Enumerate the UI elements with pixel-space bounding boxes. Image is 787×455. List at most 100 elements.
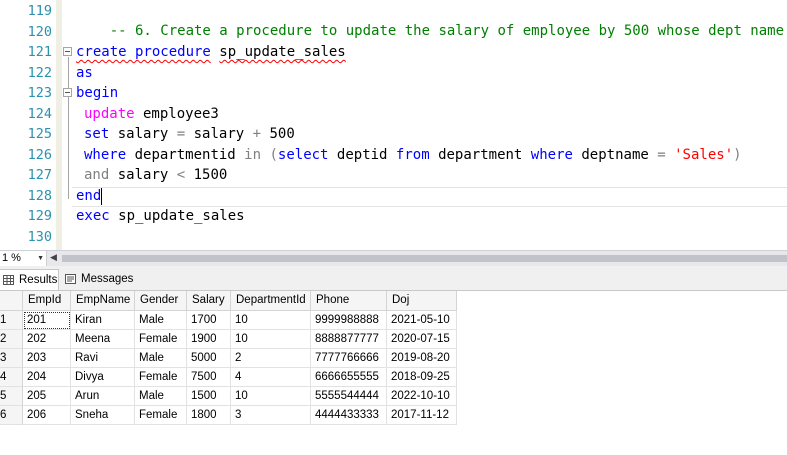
tab-messages-label: Messages bbox=[81, 273, 134, 285]
grid-cell[interactable]: 2018-09-25 bbox=[387, 368, 457, 387]
tab-results-label: Results bbox=[19, 274, 58, 286]
column-header-departmentid[interactable]: DepartmentId bbox=[231, 291, 311, 311]
sql-keyword: select bbox=[277, 147, 329, 163]
sql-keyword: and bbox=[84, 167, 110, 183]
tab-results[interactable]: Results bbox=[0, 269, 59, 290]
grid-cell[interactable]: 201 bbox=[23, 311, 71, 330]
grid-cell[interactable]: 4444433333 bbox=[311, 406, 387, 425]
line-number: 127 bbox=[27, 167, 52, 183]
code-line-122: as bbox=[76, 63, 93, 83]
line-number: 124 bbox=[27, 106, 52, 122]
grid-cell[interactable]: 2021-05-10 bbox=[387, 311, 457, 330]
grid-cell[interactable]: 2 bbox=[231, 349, 311, 368]
collapse-region-icon[interactable] bbox=[63, 88, 72, 97]
sql-operator: = bbox=[657, 147, 666, 163]
line-number: 128 bbox=[27, 188, 52, 204]
code-line-125: set salary = salary + 500 bbox=[84, 124, 295, 144]
current-line-highlight bbox=[72, 187, 787, 207]
grid-cell[interactable]: Divya bbox=[71, 368, 135, 387]
column-header-phone[interactable]: Phone bbox=[311, 291, 387, 311]
grid-cell[interactable]: 5555544444 bbox=[311, 387, 387, 406]
grid-cell[interactable]: Female bbox=[135, 330, 187, 349]
zoom-dropdown[interactable]: 1 % ▼ bbox=[0, 251, 47, 266]
code-text: deptname bbox=[572, 147, 658, 163]
sql-keyword: create procedure bbox=[76, 44, 211, 60]
grid-cell[interactable]: 8888877777 bbox=[311, 330, 387, 349]
sql-string: 'Sales' bbox=[674, 147, 734, 163]
sql-keyword: as bbox=[76, 65, 93, 81]
grid-cell[interactable]: 3 bbox=[231, 406, 311, 425]
grid-corner-header[interactable] bbox=[0, 291, 23, 311]
grid-cell[interactable]: 4 bbox=[231, 368, 311, 387]
code-line-124: update employee3 bbox=[84, 104, 219, 124]
line-number: 129 bbox=[27, 208, 52, 224]
grid-cell[interactable]: 1900 bbox=[187, 330, 231, 349]
grid-cell[interactable]: Arun bbox=[71, 387, 135, 406]
procedure-name: sp_update_sales bbox=[219, 44, 346, 60]
grid-cell[interactable]: 2022-10-10 bbox=[387, 387, 457, 406]
column-header-doj[interactable]: Doj bbox=[387, 291, 457, 311]
results-grid[interactable]: EmpId EmpName Gender Salary DepartmentId… bbox=[0, 291, 787, 455]
row-number[interactable]: 6 bbox=[0, 406, 23, 425]
grid-cell[interactable]: Ravi bbox=[71, 349, 135, 368]
code-text: 500 bbox=[261, 126, 295, 142]
sql-operator: + bbox=[252, 126, 262, 142]
grid-cell[interactable]: 10 bbox=[231, 330, 311, 349]
grid-cell[interactable]: Male bbox=[135, 349, 187, 368]
grid-cell[interactable]: 1500 bbox=[187, 387, 231, 406]
sql-keyword: from bbox=[395, 147, 430, 163]
column-header-empid[interactable]: EmpId bbox=[23, 291, 71, 311]
grid-icon bbox=[3, 275, 14, 285]
column-header-empname[interactable]: EmpName bbox=[71, 291, 135, 311]
zoom-value: 1 % bbox=[2, 252, 21, 264]
grid-cell[interactable]: 2019-08-20 bbox=[387, 349, 457, 368]
collapse-region-icon[interactable] bbox=[63, 47, 72, 56]
grid-cell[interactable]: 1700 bbox=[187, 311, 231, 330]
grid-cell[interactable]: Sneha bbox=[71, 406, 135, 425]
grid-cell[interactable]: Kiran bbox=[71, 311, 135, 330]
grid-cell[interactable]: 2017-11-12 bbox=[387, 406, 457, 425]
sql-paren: ) bbox=[733, 147, 742, 163]
query-editor[interactable]: 119 120 121 122 123 124 125 126 127 128 … bbox=[0, 0, 787, 250]
row-number[interactable]: 4 bbox=[0, 368, 23, 387]
grid-cell[interactable]: 1800 bbox=[187, 406, 231, 425]
grid-cell[interactable]: 202 bbox=[23, 330, 71, 349]
sql-operator: = bbox=[176, 126, 186, 142]
grid-cell[interactable]: 2020-07-15 bbox=[387, 330, 457, 349]
code-line-121: create procedure sp_update_sales bbox=[76, 42, 346, 62]
outline-guide-line bbox=[68, 57, 69, 199]
scroll-left-arrow-icon[interactable]: ◀ bbox=[50, 252, 57, 263]
row-number[interactable]: 1 bbox=[0, 311, 23, 330]
grid-cell[interactable]: Female bbox=[135, 406, 187, 425]
grid-cell[interactable]: 7777766666 bbox=[311, 349, 387, 368]
column-header-salary[interactable]: Salary bbox=[187, 291, 231, 311]
grid-cell[interactable]: Male bbox=[135, 387, 187, 406]
grid-cell[interactable]: 9999988888 bbox=[311, 311, 387, 330]
code-text: salary bbox=[109, 126, 177, 142]
line-number: 122 bbox=[27, 65, 52, 81]
sql-paren: ( bbox=[269, 147, 278, 163]
grid-cell[interactable]: 204 bbox=[23, 368, 71, 387]
code-text: 1500 bbox=[185, 167, 228, 183]
row-number[interactable]: 3 bbox=[0, 349, 23, 368]
grid-cell[interactable]: Male bbox=[135, 311, 187, 330]
editor-status-strip: 1 % ▼ ◀ bbox=[0, 250, 787, 266]
horizontal-scrollbar-thumb[interactable] bbox=[62, 255, 787, 262]
grid-cell[interactable]: 6666655555 bbox=[311, 368, 387, 387]
grid-cell[interactable]: Meena bbox=[71, 330, 135, 349]
grid-cell[interactable]: 10 bbox=[231, 387, 311, 406]
grid-cell[interactable]: 7500 bbox=[187, 368, 231, 387]
grid-cell[interactable]: Female bbox=[135, 368, 187, 387]
sql-keyword: begin bbox=[76, 85, 119, 101]
tab-messages[interactable]: Messages bbox=[62, 269, 138, 290]
column-header-gender[interactable]: Gender bbox=[135, 291, 187, 311]
sql-keyword: where bbox=[84, 147, 127, 163]
grid-cell[interactable]: 5000 bbox=[187, 349, 231, 368]
grid-cell[interactable]: 206 bbox=[23, 406, 71, 425]
grid-cell[interactable]: 205 bbox=[23, 387, 71, 406]
row-number[interactable]: 2 bbox=[0, 330, 23, 349]
grid-cell[interactable]: 10 bbox=[231, 311, 311, 330]
row-number[interactable]: 5 bbox=[0, 387, 23, 406]
grid-cell[interactable]: 203 bbox=[23, 349, 71, 368]
